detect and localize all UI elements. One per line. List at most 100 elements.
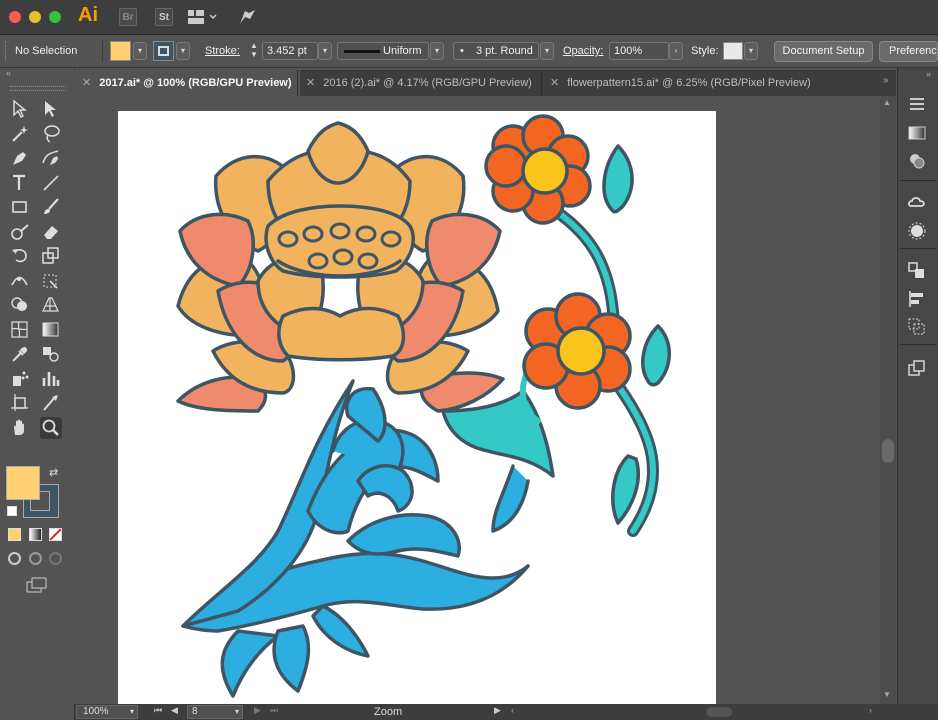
free-transform-tool[interactable] bbox=[40, 270, 62, 292]
direct-selection-tool[interactable] bbox=[40, 98, 62, 120]
gpu-performance-icon[interactable] bbox=[237, 7, 257, 30]
tools-panel-grip[interactable] bbox=[10, 86, 66, 91]
close-tab-icon[interactable]: ✕ bbox=[82, 77, 91, 89]
stock-icon[interactable]: St bbox=[155, 8, 173, 26]
close-tab-icon[interactable]: ✕ bbox=[550, 77, 559, 89]
pen-tool[interactable] bbox=[9, 147, 31, 169]
last-artboard-button[interactable]: ⏭ bbox=[270, 705, 278, 716]
artboard[interactable] bbox=[118, 111, 716, 704]
scale-tool[interactable] bbox=[40, 245, 62, 267]
document-setup-button[interactable]: Document Setup bbox=[774, 41, 873, 62]
next-artboard-button[interactable]: ▶ bbox=[254, 705, 261, 716]
magic-wand-tool[interactable] bbox=[9, 123, 31, 145]
artboard-tool[interactable] bbox=[9, 392, 31, 414]
slice-tool[interactable] bbox=[40, 392, 62, 414]
artboards-icon[interactable] bbox=[906, 358, 928, 383]
type-tool[interactable] bbox=[9, 172, 31, 194]
previous-artboard-button[interactable]: ◀ bbox=[171, 705, 178, 716]
stroke-weight-stepper[interactable]: ▲ ▼ bbox=[247, 41, 261, 61]
appearance-icon[interactable] bbox=[906, 220, 928, 245]
blend-tool[interactable] bbox=[40, 343, 62, 365]
control-bar-grip[interactable] bbox=[5, 41, 8, 61]
transform-icon[interactable] bbox=[906, 260, 928, 285]
fill-indicator[interactable] bbox=[6, 466, 40, 500]
color-mode-button[interactable] bbox=[8, 528, 21, 541]
swap-fill-stroke-icon[interactable]: ⇄ bbox=[49, 466, 58, 479]
opacity-input[interactable]: 100% bbox=[609, 42, 669, 60]
curvature-tool[interactable] bbox=[40, 147, 62, 169]
gradient-mode-button[interactable] bbox=[29, 528, 42, 541]
symbol-sprayer-tool[interactable] bbox=[9, 368, 31, 390]
stroke-dropdown[interactable]: ▾ bbox=[176, 42, 190, 60]
properties-icon[interactable] bbox=[906, 93, 928, 118]
fill-dropdown[interactable]: ▾ bbox=[133, 42, 147, 60]
arrange-documents-icon[interactable] bbox=[188, 9, 218, 28]
stroke-color-swatch[interactable] bbox=[153, 41, 174, 61]
none-mode-button[interactable] bbox=[49, 528, 62, 541]
variable-width-profile-select[interactable]: Uniform bbox=[337, 42, 429, 60]
fill-color-swatch[interactable] bbox=[110, 41, 131, 61]
scroll-down-arrow[interactable]: ▼ bbox=[883, 690, 891, 699]
opacity-label[interactable]: Opacity: bbox=[563, 45, 603, 57]
paintbrush-tool[interactable] bbox=[40, 196, 62, 218]
color-panel-icon[interactable] bbox=[906, 150, 928, 175]
pathfinder-icon[interactable] bbox=[906, 316, 928, 341]
bridge-icon[interactable]: Br bbox=[119, 8, 137, 26]
brush-definition-select[interactable]: • 3 pt. Round bbox=[453, 42, 539, 60]
screen-mode-icon[interactable] bbox=[26, 577, 48, 596]
expand-panels-icon[interactable]: » bbox=[926, 69, 931, 79]
cc-libraries-icon[interactable] bbox=[906, 192, 928, 217]
zoom-level-field[interactable]: 100% ▾ bbox=[76, 705, 138, 719]
minimize-window-button[interactable] bbox=[29, 11, 41, 23]
scroll-left-arrow[interactable]: ‹ bbox=[511, 705, 514, 715]
hand-tool[interactable] bbox=[9, 417, 31, 439]
tab-overflow-icon[interactable]: » bbox=[883, 75, 889, 86]
document-tab-2017[interactable]: ✕ 2017.ai* @ 100% (RGB/GPU Preview) bbox=[74, 70, 300, 96]
close-tab-icon[interactable]: ✕ bbox=[306, 77, 315, 89]
eraser-tool[interactable] bbox=[40, 221, 62, 243]
artwork[interactable] bbox=[118, 111, 716, 704]
lasso-tool[interactable] bbox=[40, 123, 62, 145]
preferences-button[interactable]: Preferences bbox=[879, 41, 938, 62]
default-fill-stroke-icon[interactable] bbox=[7, 506, 17, 516]
status-menu-arrow[interactable]: ▶ bbox=[494, 705, 501, 716]
document-tab-2016[interactable]: ✕ 2016 (2).ai* @ 4.17% (RGB/GPU Preview) bbox=[297, 70, 542, 96]
graphic-style-swatch[interactable] bbox=[723, 42, 743, 60]
document-tab-flowerpattern15[interactable]: ✕ flowerpattern15.ai* @ 6.25% (RGB/Pixel … bbox=[541, 70, 832, 96]
scroll-up-arrow[interactable]: ▲ bbox=[883, 98, 891, 107]
width-tool[interactable] bbox=[9, 270, 31, 292]
rotate-tool[interactable] bbox=[9, 245, 31, 267]
eyedropper-tool[interactable] bbox=[9, 343, 31, 365]
zoom-tool[interactable] bbox=[40, 416, 62, 439]
align-icon[interactable] bbox=[906, 288, 928, 313]
draw-behind-icon[interactable] bbox=[29, 552, 42, 565]
gradient-tool[interactable] bbox=[40, 319, 62, 341]
column-graph-tool[interactable] bbox=[40, 368, 62, 390]
close-window-button[interactable] bbox=[9, 11, 21, 23]
stroke-weight-dropdown[interactable]: ▾ bbox=[318, 42, 332, 60]
vertical-scrollbar[interactable]: ▲ ▼ bbox=[880, 96, 896, 704]
stroke-label[interactable]: Stroke: bbox=[205, 45, 240, 57]
opacity-expand-button[interactable]: › bbox=[669, 42, 683, 60]
shaper-tool[interactable] bbox=[9, 221, 31, 243]
shape-builder-tool[interactable] bbox=[9, 294, 31, 316]
rectangle-tool[interactable] bbox=[9, 196, 31, 218]
perspective-grid-tool[interactable] bbox=[40, 294, 62, 316]
collapse-tools-icon[interactable]: « bbox=[6, 68, 11, 78]
selection-tool[interactable] bbox=[9, 98, 31, 120]
profile-dropdown[interactable]: ▾ bbox=[430, 42, 444, 60]
draw-inside-icon[interactable] bbox=[49, 552, 62, 565]
gradient-panel-icon[interactable] bbox=[906, 122, 928, 147]
draw-normal-icon[interactable] bbox=[8, 552, 21, 565]
first-artboard-button[interactable]: ⏮ bbox=[154, 705, 162, 716]
style-dropdown[interactable]: ▾ bbox=[744, 42, 758, 60]
scroll-thumb[interactable] bbox=[882, 439, 894, 463]
line-segment-tool[interactable] bbox=[40, 172, 62, 194]
horizontal-scroll-thumb[interactable] bbox=[706, 707, 732, 717]
brush-dropdown[interactable]: ▾ bbox=[540, 42, 554, 60]
scroll-right-arrow[interactable]: › bbox=[869, 705, 872, 715]
artboard-number-field[interactable]: 8 ▾ bbox=[187, 705, 243, 719]
maximize-window-button[interactable] bbox=[49, 11, 61, 23]
mesh-tool[interactable] bbox=[9, 319, 31, 341]
stroke-weight-input[interactable]: 3.452 pt bbox=[262, 42, 318, 60]
